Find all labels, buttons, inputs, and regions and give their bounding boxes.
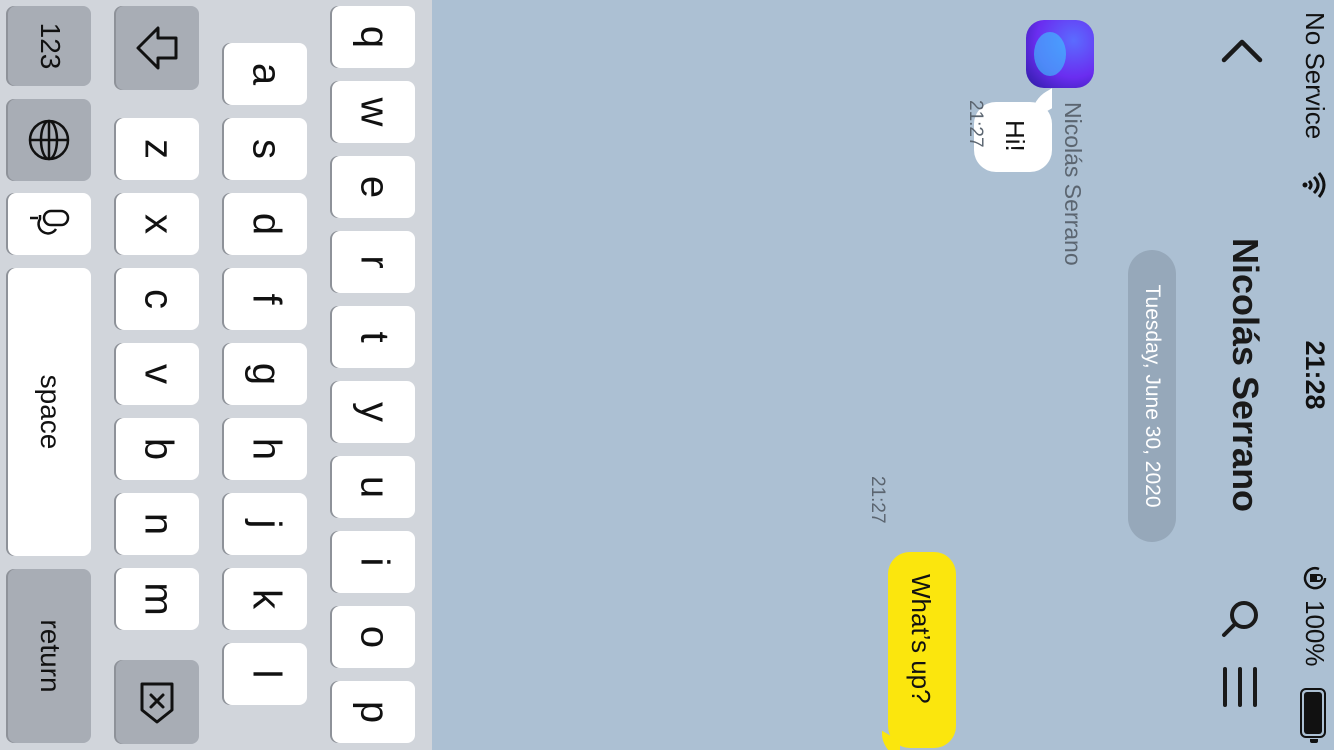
globe-icon bbox=[28, 119, 70, 161]
key-v[interactable]: v bbox=[116, 343, 199, 405]
numbers-key-label: 123 bbox=[34, 22, 66, 70]
incoming-message-text: Hi! bbox=[1000, 120, 1030, 152]
key-a-label: a bbox=[244, 62, 288, 86]
delete-icon bbox=[140, 682, 174, 724]
chat-header: Nicolás Serrano bbox=[1190, 0, 1290, 750]
key-c[interactable]: c bbox=[116, 268, 199, 330]
key-w[interactable]: w bbox=[332, 81, 415, 143]
key-q[interactable]: q bbox=[332, 6, 415, 68]
microphone-icon bbox=[30, 209, 70, 235]
key-y-label: y bbox=[352, 402, 396, 422]
shift-key[interactable] bbox=[116, 6, 199, 90]
key-x-label: x bbox=[136, 214, 180, 234]
key-b-label: b bbox=[136, 437, 180, 461]
key-n-label: n bbox=[136, 512, 180, 536]
key-p-label: p bbox=[352, 700, 396, 724]
orientation-lock-icon bbox=[1303, 566, 1327, 590]
key-i[interactable]: i bbox=[332, 531, 415, 593]
key-o-label: o bbox=[352, 625, 396, 649]
key-s[interactable]: s bbox=[224, 118, 307, 180]
space-key[interactable]: space bbox=[8, 268, 91, 556]
key-y[interactable]: y bbox=[332, 381, 415, 443]
contact-avatar[interactable] bbox=[1026, 20, 1094, 88]
outgoing-message-time: 21:27 bbox=[867, 476, 888, 524]
key-g-label: g bbox=[244, 362, 288, 386]
outgoing-message-bubble[interactable]: What’s up? bbox=[882, 552, 956, 750]
key-u-label: u bbox=[352, 475, 396, 499]
key-u[interactable]: u bbox=[332, 456, 415, 518]
sender-name: Nicolás Serrano bbox=[1060, 102, 1086, 266]
return-key-label: return bbox=[34, 619, 66, 693]
status-bar: No Service 21:28 100% bbox=[1294, 0, 1334, 750]
key-a[interactable]: a bbox=[224, 43, 307, 105]
key-s-label: s bbox=[244, 139, 288, 159]
globe-key[interactable] bbox=[8, 99, 91, 181]
key-k-label: k bbox=[244, 589, 288, 609]
key-n[interactable]: n bbox=[116, 493, 199, 555]
space-key-label: space bbox=[34, 374, 66, 450]
key-d-label: d bbox=[244, 212, 288, 236]
key-e-label: e bbox=[352, 175, 396, 199]
key-x[interactable]: x bbox=[116, 193, 199, 255]
key-k[interactable]: k bbox=[224, 568, 307, 630]
key-m-label: m bbox=[136, 582, 180, 616]
key-r[interactable]: r bbox=[332, 231, 415, 293]
shift-icon bbox=[136, 26, 178, 70]
key-d[interactable]: d bbox=[224, 193, 307, 255]
key-z[interactable]: z bbox=[116, 118, 199, 180]
key-g[interactable]: g bbox=[224, 343, 307, 405]
key-w-label: w bbox=[352, 97, 396, 127]
key-l[interactable]: l bbox=[224, 643, 307, 705]
key-z-label: z bbox=[136, 139, 180, 159]
key-v-label: v bbox=[136, 364, 180, 384]
outgoing-message-text: What’s up? bbox=[906, 574, 936, 704]
key-l-label: l bbox=[244, 669, 288, 679]
keyboard: q w e r t y u i o p a s d f g h j k l z x c v b n m 123 space return bbox=[0, 0, 432, 750]
key-j-label: j bbox=[244, 519, 288, 529]
menu-icon[interactable] bbox=[1218, 665, 1262, 709]
key-j[interactable]: j bbox=[224, 493, 307, 555]
date-divider: Tuesday, June 30, 2020 bbox=[1128, 250, 1176, 542]
key-f[interactable]: f bbox=[224, 268, 307, 330]
key-b[interactable]: b bbox=[116, 418, 199, 480]
key-t[interactable]: t bbox=[332, 306, 415, 368]
key-o[interactable]: o bbox=[332, 606, 415, 668]
key-f-label: f bbox=[244, 293, 288, 305]
key-h[interactable]: h bbox=[224, 418, 307, 480]
key-e[interactable]: e bbox=[332, 156, 415, 218]
search-icon[interactable] bbox=[1218, 596, 1262, 640]
incoming-message-time: 21:27 bbox=[965, 100, 986, 148]
key-r-label: r bbox=[352, 255, 396, 269]
battery-percent: 100% bbox=[1300, 600, 1330, 667]
microphone-key[interactable] bbox=[8, 193, 91, 255]
key-i-label: i bbox=[352, 557, 396, 567]
return-key[interactable]: return bbox=[8, 569, 91, 743]
key-h-label: h bbox=[244, 437, 288, 461]
key-p[interactable]: p bbox=[332, 681, 415, 743]
battery-icon bbox=[1300, 688, 1326, 743]
key-t-label: t bbox=[352, 331, 396, 343]
key-m[interactable]: m bbox=[116, 568, 199, 630]
numbers-key[interactable]: 123 bbox=[8, 6, 91, 86]
key-q-label: q bbox=[352, 25, 396, 49]
key-c-label: c bbox=[136, 289, 180, 309]
delete-key[interactable] bbox=[116, 660, 199, 744]
